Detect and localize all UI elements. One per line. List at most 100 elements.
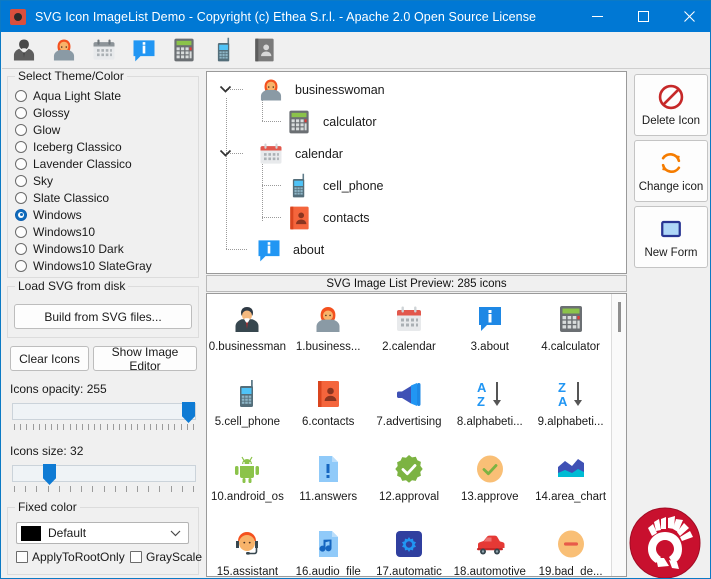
apply-to-root-only-label: ApplyToRootOnly <box>32 550 125 564</box>
close-button[interactable] <box>666 1 711 32</box>
grid-item[interactable]: 18.automotive <box>449 519 530 577</box>
grid-item[interactable]: 3.about <box>449 294 530 369</box>
radio-windows10[interactable]: Windows10 <box>15 223 198 240</box>
minus-circle-icon <box>555 528 587 560</box>
size-slider-thumb[interactable] <box>43 464 56 485</box>
radio-lavender-classico[interactable]: Lavender Classico <box>15 155 198 172</box>
prohibition-icon <box>657 83 685 111</box>
grid-item[interactable]: 10.android_os <box>207 444 288 519</box>
grid-vertical-scrollbar[interactable] <box>611 294 626 576</box>
icons-opacity-slider[interactable] <box>12 403 196 420</box>
fixed-color-group: Fixed color Default ApplyToRootOnly Gray… <box>7 507 199 575</box>
calendar-icon <box>393 303 425 335</box>
theme-radio-list: Aqua Light Slate Glossy Glow Iceberg Cla… <box>8 87 198 274</box>
sort-za-icon: Z A <box>555 378 587 410</box>
android-icon <box>231 453 263 485</box>
grid-item[interactable]: 2.calendar <box>369 294 450 369</box>
businessman-icon <box>10 36 38 64</box>
radio-iceberg-classico[interactable]: Iceberg Classico <box>15 138 198 155</box>
theme-group: Select Theme/Color Aqua Light Slate Glos… <box>7 76 199 278</box>
contacts-icon <box>312 378 344 410</box>
calendar-icon <box>257 140 285 168</box>
cellphone-toolbutton[interactable] <box>205 33 242 68</box>
calendar-toolbutton[interactable] <box>85 33 122 68</box>
grid-item[interactable]: 15.assistant <box>207 519 288 577</box>
about-info-icon <box>474 303 506 335</box>
radio-marker-selected <box>15 209 27 221</box>
grid-item-caption: 7.advertising <box>376 416 441 428</box>
tree-node-contacts[interactable]: contacts <box>255 202 370 234</box>
radio-marker <box>15 90 27 102</box>
radio-windows[interactable]: Windows <box>15 206 198 223</box>
businesswoman-icon <box>257 76 285 104</box>
radio-sky[interactable]: Sky <box>15 172 198 189</box>
grid-item[interactable]: 19.bad_de... <box>530 519 611 577</box>
radio-windows10-dark[interactable]: Windows10 Dark <box>15 240 198 257</box>
change-icon-button[interactable]: Change icon <box>634 140 708 202</box>
tree-node-about[interactable]: about <box>219 234 324 266</box>
radio-glow[interactable]: Glow <box>15 121 198 138</box>
grid-item-caption: 14.area_chart <box>535 491 606 503</box>
tree-node-label: contacts <box>323 211 370 225</box>
icon-tree-view[interactable]: businesswoman calculator <box>206 71 627 274</box>
radio-windows10-slategray[interactable]: Windows10 SlateGray <box>15 257 198 274</box>
radio-slate-classico[interactable]: Slate Classico <box>15 189 198 206</box>
calculator-toolbutton[interactable] <box>165 33 202 68</box>
scrollbar-thumb[interactable] <box>618 302 621 332</box>
sort-az-icon: A Z <box>474 378 506 410</box>
grid-item[interactable]: 1.business... <box>288 294 369 369</box>
tree-node-label: cell_phone <box>323 179 383 193</box>
grid-item-caption: 8.alphabeti... <box>457 416 523 428</box>
grid-item[interactable]: 6.contacts <box>288 369 369 444</box>
chevron-down-icon[interactable] <box>219 83 233 97</box>
tree-node-businesswoman[interactable]: businesswoman <box>219 74 385 106</box>
svg-text:A: A <box>477 380 487 395</box>
calculator-icon <box>555 303 587 335</box>
tree-node-cell-phone[interactable]: cell_phone <box>255 170 383 202</box>
grid-item-caption: 18.automotive <box>454 566 526 577</box>
tree-node-calculator[interactable]: calculator <box>255 106 377 138</box>
grayscale-checkbox[interactable]: GrayScale <box>130 550 202 564</box>
grid-item[interactable]: 5.cell_phone <box>207 369 288 444</box>
businesswoman-toolbutton[interactable] <box>45 33 82 68</box>
grid-item[interactable]: 17.automatic <box>369 519 450 577</box>
chevron-down-icon[interactable] <box>219 147 233 161</box>
grid-item[interactable]: 13.approve <box>449 444 530 519</box>
tree-node-calendar[interactable]: calendar <box>219 138 343 170</box>
refresh-circular-icon <box>657 149 685 177</box>
radio-glossy[interactable]: Glossy <box>15 104 198 121</box>
delete-icon-button[interactable]: Delete Icon <box>634 74 708 136</box>
load-svg-group: Load SVG from disk Build from SVG files.… <box>7 286 199 338</box>
grid-item[interactable]: 4.calculator <box>530 294 611 369</box>
grid-item-caption: 0.businessman <box>209 341 286 353</box>
left-options-panel: Select Theme/Color Aqua Light Slate Glos… <box>2 70 202 579</box>
grid-item[interactable]: 12.approval <box>369 444 450 519</box>
area-chart-icon <box>555 453 587 485</box>
clear-icons-button[interactable]: Clear Icons <box>10 346 89 371</box>
minimize-button[interactable] <box>574 1 620 32</box>
grid-item[interactable]: A Z 8.alphabeti... <box>449 369 530 444</box>
grid-item[interactable]: 16.audio_file <box>288 519 369 577</box>
build-from-svg-files-button[interactable]: Build from SVG files... <box>14 304 192 329</box>
tree-node-label: calculator <box>323 115 377 129</box>
grid-item[interactable]: 14.area_chart <box>530 444 611 519</box>
icons-size-slider[interactable] <box>12 465 196 482</box>
contacts-toolbutton[interactable] <box>245 33 282 68</box>
grid-item[interactable]: 7.advertising <box>369 369 450 444</box>
about-toolbutton[interactable] <box>125 33 162 68</box>
grid-item[interactable]: 11.answers <box>288 444 369 519</box>
grid-item[interactable]: 0.businessman <box>207 294 288 369</box>
businessman-toolbutton[interactable] <box>5 33 42 68</box>
grid-item[interactable]: Z A 9.alphabeti... <box>530 369 611 444</box>
grid-item-caption: 16.audio_file <box>296 566 361 577</box>
delphi-helmet-logo <box>628 506 702 579</box>
radio-aqua-light-slate[interactable]: Aqua Light Slate <box>15 87 198 104</box>
show-image-editor-button[interactable]: Show Image Editor <box>93 346 197 371</box>
opacity-slider-thumb[interactable] <box>182 402 195 423</box>
fixed-color-select[interactable]: Default <box>16 522 189 544</box>
icon-preview-grid[interactable]: 0.businessman 1.business... 2.cal <box>206 293 627 577</box>
new-form-button[interactable]: New Form <box>634 206 708 268</box>
maximize-button[interactable] <box>620 1 666 32</box>
grid-item-caption: 15.assistant <box>217 566 278 577</box>
apply-to-root-only-checkbox[interactable]: ApplyToRootOnly <box>16 550 125 564</box>
